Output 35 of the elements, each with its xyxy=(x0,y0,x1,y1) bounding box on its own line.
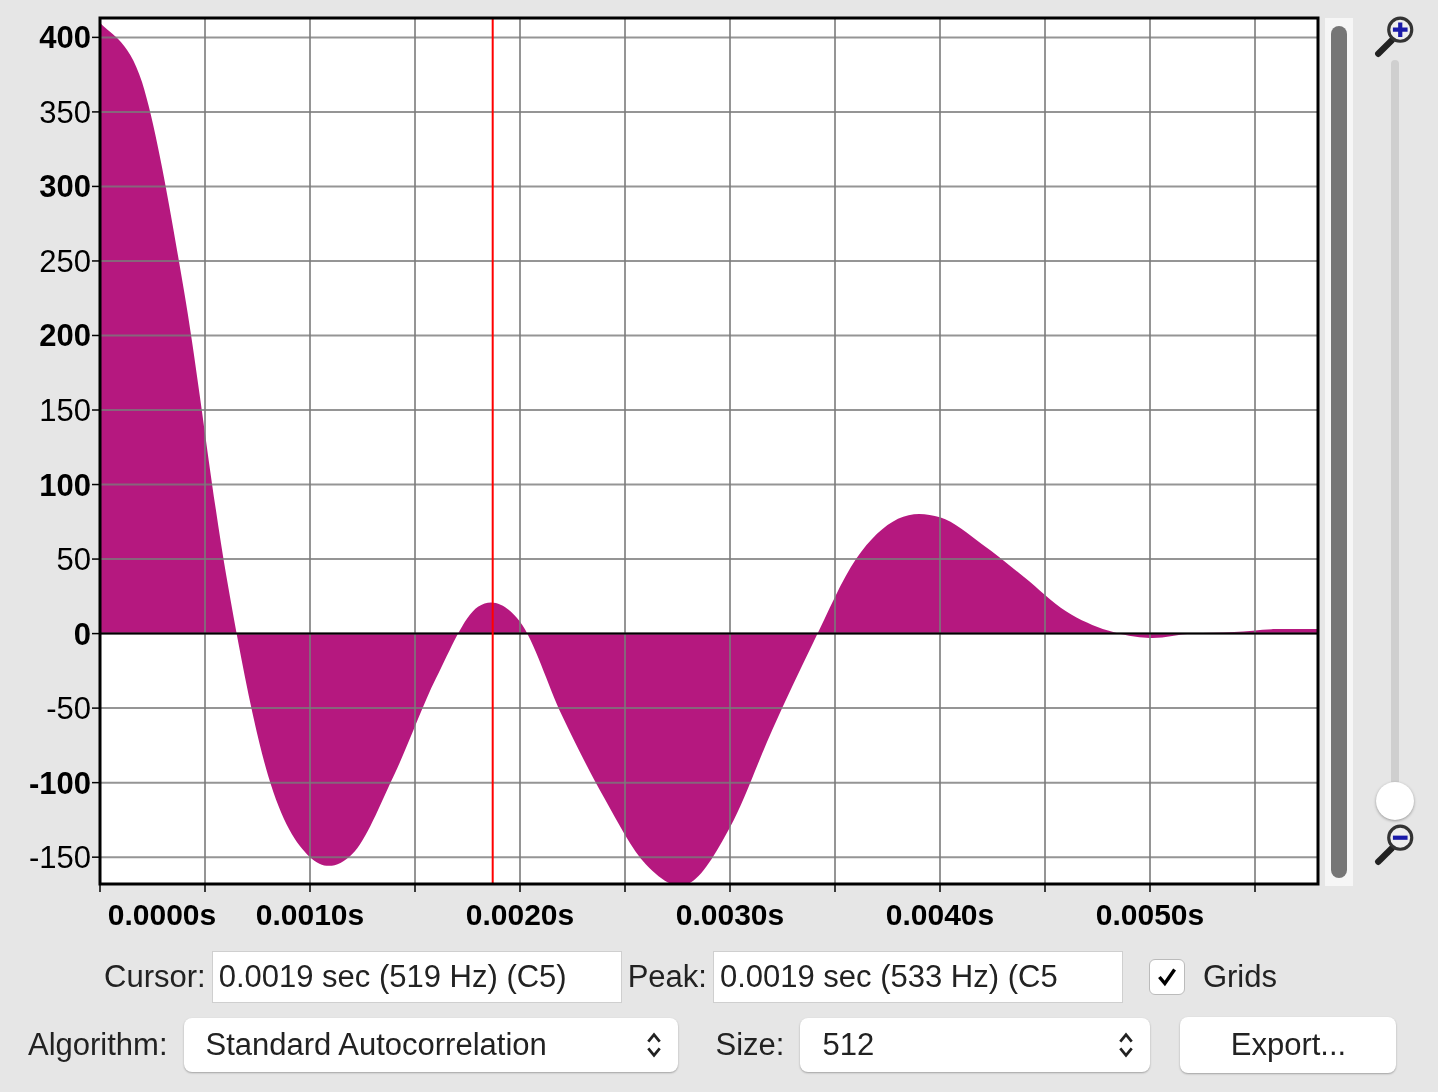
y-axis-label: 150 xyxy=(39,393,91,428)
y-axis-label: 400 xyxy=(39,20,91,56)
size-label: Size: xyxy=(715,1027,785,1063)
algorithm-dropdown[interactable]: Standard Autocorrelation xyxy=(183,1018,678,1072)
size-dropdown[interactable]: 512 xyxy=(800,1018,1151,1072)
updown-icon xyxy=(1118,1031,1135,1059)
grids-label: Grids xyxy=(1202,959,1277,995)
y-axis-label: 300 xyxy=(39,169,91,205)
y-axis-label: 250 xyxy=(39,243,91,279)
updown-icon xyxy=(645,1031,662,1059)
peak-label: Peak: xyxy=(627,959,707,995)
export-button[interactable]: Export... xyxy=(1180,1017,1397,1073)
y-axis-label: 50 xyxy=(56,542,91,578)
cursor-field[interactable]: 0.0019 sec (519 Hz) (C5) xyxy=(211,951,622,1003)
scrollbar-thumb[interactable] xyxy=(1331,26,1347,878)
x-axis-label: 0.0030s xyxy=(675,898,785,931)
y-axis-label: 200 xyxy=(39,318,91,354)
x-axis-label: 0.0000s xyxy=(107,898,217,931)
zoom-out-icon[interactable] xyxy=(1374,822,1416,866)
cursor-label: Cursor: xyxy=(104,959,206,995)
grids-checkbox[interactable] xyxy=(1148,959,1185,995)
x-axis-label: 0.0020s xyxy=(465,898,575,931)
algorithm-label: Algorithm: xyxy=(28,1027,168,1063)
x-axis-label: 0.0010s xyxy=(255,898,365,931)
x-axis-label: 0.0050s xyxy=(1095,898,1205,931)
peak-field[interactable]: 0.0019 sec (533 Hz) (C5 xyxy=(712,951,1123,1003)
y-axis-label: -150 xyxy=(28,840,91,876)
zoom-slider-thumb[interactable] xyxy=(1376,782,1414,820)
y-axis-label: 100 xyxy=(39,467,91,503)
zoom-in-icon[interactable] xyxy=(1374,14,1416,58)
x-axis-label: 0.0040s xyxy=(885,898,995,931)
y-axis-label: -50 xyxy=(46,691,91,727)
y-axis-label: 0 xyxy=(73,616,91,652)
y-axis-label: 350 xyxy=(39,94,91,130)
y-axis-label: -100 xyxy=(28,765,91,801)
